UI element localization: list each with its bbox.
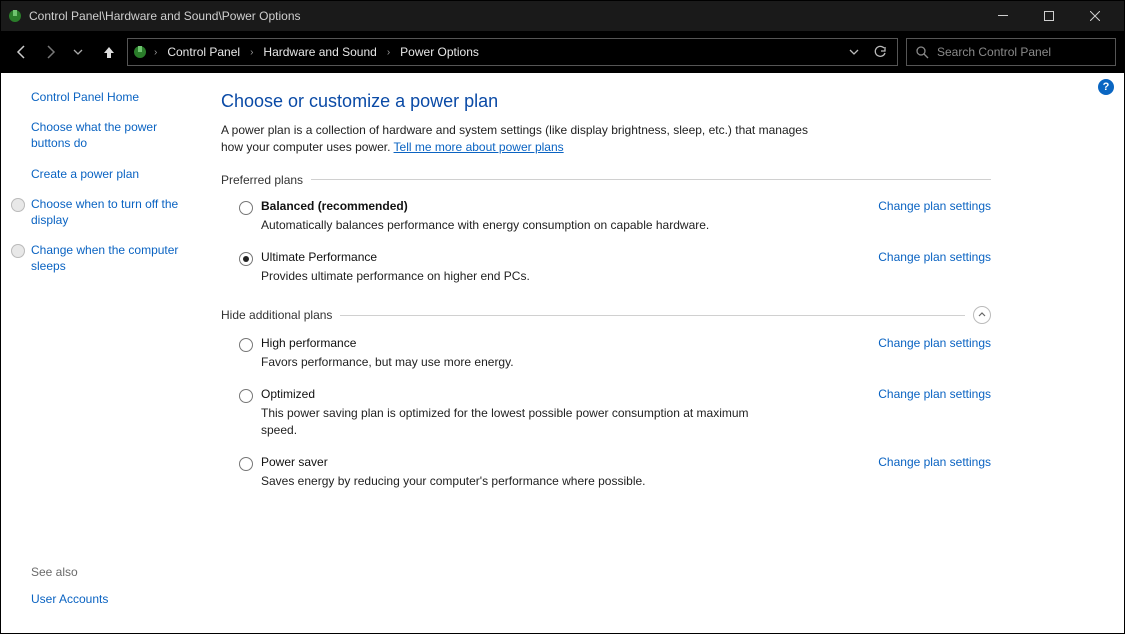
plan-description: Saves energy by reducing your computer's… bbox=[261, 473, 781, 490]
titlebar: Control Panel\Hardware and Sound\Power O… bbox=[1, 1, 1124, 31]
plan-radio[interactable] bbox=[239, 252, 253, 266]
see-also-header: See also bbox=[31, 565, 199, 579]
change-plan-settings-link[interactable]: Change plan settings bbox=[878, 387, 991, 439]
sidebar-link-turn-off-display[interactable]: Choose when to turn off the display bbox=[31, 196, 199, 228]
minimize-button[interactable] bbox=[980, 1, 1026, 31]
additional-plans-label: Hide additional plans bbox=[221, 308, 340, 322]
preferred-plans-label: Preferred plans bbox=[221, 173, 311, 187]
sidebar-link-computer-sleeps[interactable]: Change when the computer sleeps bbox=[31, 242, 199, 274]
chevron-right-icon[interactable]: › bbox=[248, 47, 255, 58]
chevron-right-icon[interactable]: › bbox=[385, 47, 392, 58]
close-button[interactable] bbox=[1072, 1, 1118, 31]
plan-name[interactable]: Optimized bbox=[261, 387, 858, 401]
plan-name[interactable]: Power saver bbox=[261, 455, 858, 469]
plan-description: Favors performance, but may use more ene… bbox=[261, 354, 781, 371]
up-button[interactable] bbox=[99, 42, 119, 62]
collapse-icon[interactable] bbox=[973, 306, 991, 324]
plan-power-saver: Power saver Saves energy by reducing you… bbox=[221, 453, 991, 504]
plan-high-performance: High performance Favors performance, but… bbox=[221, 334, 991, 385]
tell-me-more-link[interactable]: Tell me more about power plans bbox=[394, 140, 564, 154]
refresh-icon[interactable] bbox=[873, 45, 887, 59]
plan-radio[interactable] bbox=[239, 457, 253, 471]
plan-optimized: Optimized This power saving plan is opti… bbox=[221, 385, 991, 453]
preferred-plans-header: Preferred plans bbox=[221, 173, 991, 187]
back-button[interactable] bbox=[13, 43, 31, 61]
search-box[interactable] bbox=[906, 38, 1116, 66]
plan-name[interactable]: Balanced (recommended) bbox=[261, 199, 858, 213]
maximize-button[interactable] bbox=[1026, 1, 1072, 31]
search-input[interactable] bbox=[937, 45, 1107, 59]
address-icon bbox=[132, 44, 148, 60]
plan-name[interactable]: High performance bbox=[261, 336, 858, 350]
change-plan-settings-link[interactable]: Change plan settings bbox=[878, 455, 991, 490]
change-plan-settings-link[interactable]: Change plan settings bbox=[878, 199, 991, 234]
window-title: Control Panel\Hardware and Sound\Power O… bbox=[29, 9, 980, 23]
address-bar[interactable]: › Control Panel › Hardware and Sound › P… bbox=[127, 38, 898, 66]
plan-description: Automatically balances performance with … bbox=[261, 217, 781, 234]
change-plan-settings-link[interactable]: Change plan settings bbox=[878, 336, 991, 371]
recent-dropdown-icon[interactable] bbox=[69, 43, 87, 61]
breadcrumb-leaf[interactable]: Power Options bbox=[396, 43, 483, 61]
page-description: A power plan is a collection of hardware… bbox=[221, 122, 811, 157]
main-panel: Choose or customize a power plan A power… bbox=[211, 73, 1031, 633]
sidebar-home-link[interactable]: Control Panel Home bbox=[31, 89, 199, 105]
plan-balanced: Balanced (recommended) Automatically bal… bbox=[221, 197, 991, 248]
plan-radio[interactable] bbox=[239, 338, 253, 352]
app-icon bbox=[7, 8, 23, 24]
see-also-user-accounts[interactable]: User Accounts bbox=[31, 591, 199, 607]
plan-radio[interactable] bbox=[239, 201, 253, 215]
sidebar-link-create-plan[interactable]: Create a power plan bbox=[31, 166, 199, 182]
chevron-right-icon[interactable]: › bbox=[152, 47, 159, 58]
change-plan-settings-link[interactable]: Change plan settings bbox=[878, 250, 991, 285]
sidebar-link-power-buttons[interactable]: Choose what the power buttons do bbox=[31, 119, 199, 151]
plan-description: This power saving plan is optimized for … bbox=[261, 405, 781, 439]
breadcrumb-root[interactable]: Control Panel bbox=[163, 43, 244, 61]
page-heading: Choose or customize a power plan bbox=[221, 91, 991, 112]
navbar: › Control Panel › Hardware and Sound › P… bbox=[1, 31, 1124, 73]
help-icon[interactable]: ? bbox=[1098, 79, 1114, 95]
plan-description: Provides ultimate performance on higher … bbox=[261, 268, 781, 285]
plan-radio[interactable] bbox=[239, 389, 253, 403]
breadcrumb-mid[interactable]: Hardware and Sound bbox=[259, 43, 380, 61]
sidebar: Control Panel Home Choose what the power… bbox=[1, 73, 211, 633]
search-icon bbox=[915, 45, 929, 59]
address-dropdown-icon[interactable] bbox=[849, 47, 859, 57]
plan-ultimate-performance: Ultimate Performance Provides ultimate p… bbox=[221, 248, 991, 299]
forward-button[interactable] bbox=[41, 43, 59, 61]
additional-plans-header: Hide additional plans bbox=[221, 306, 991, 324]
plan-name[interactable]: Ultimate Performance bbox=[261, 250, 858, 264]
